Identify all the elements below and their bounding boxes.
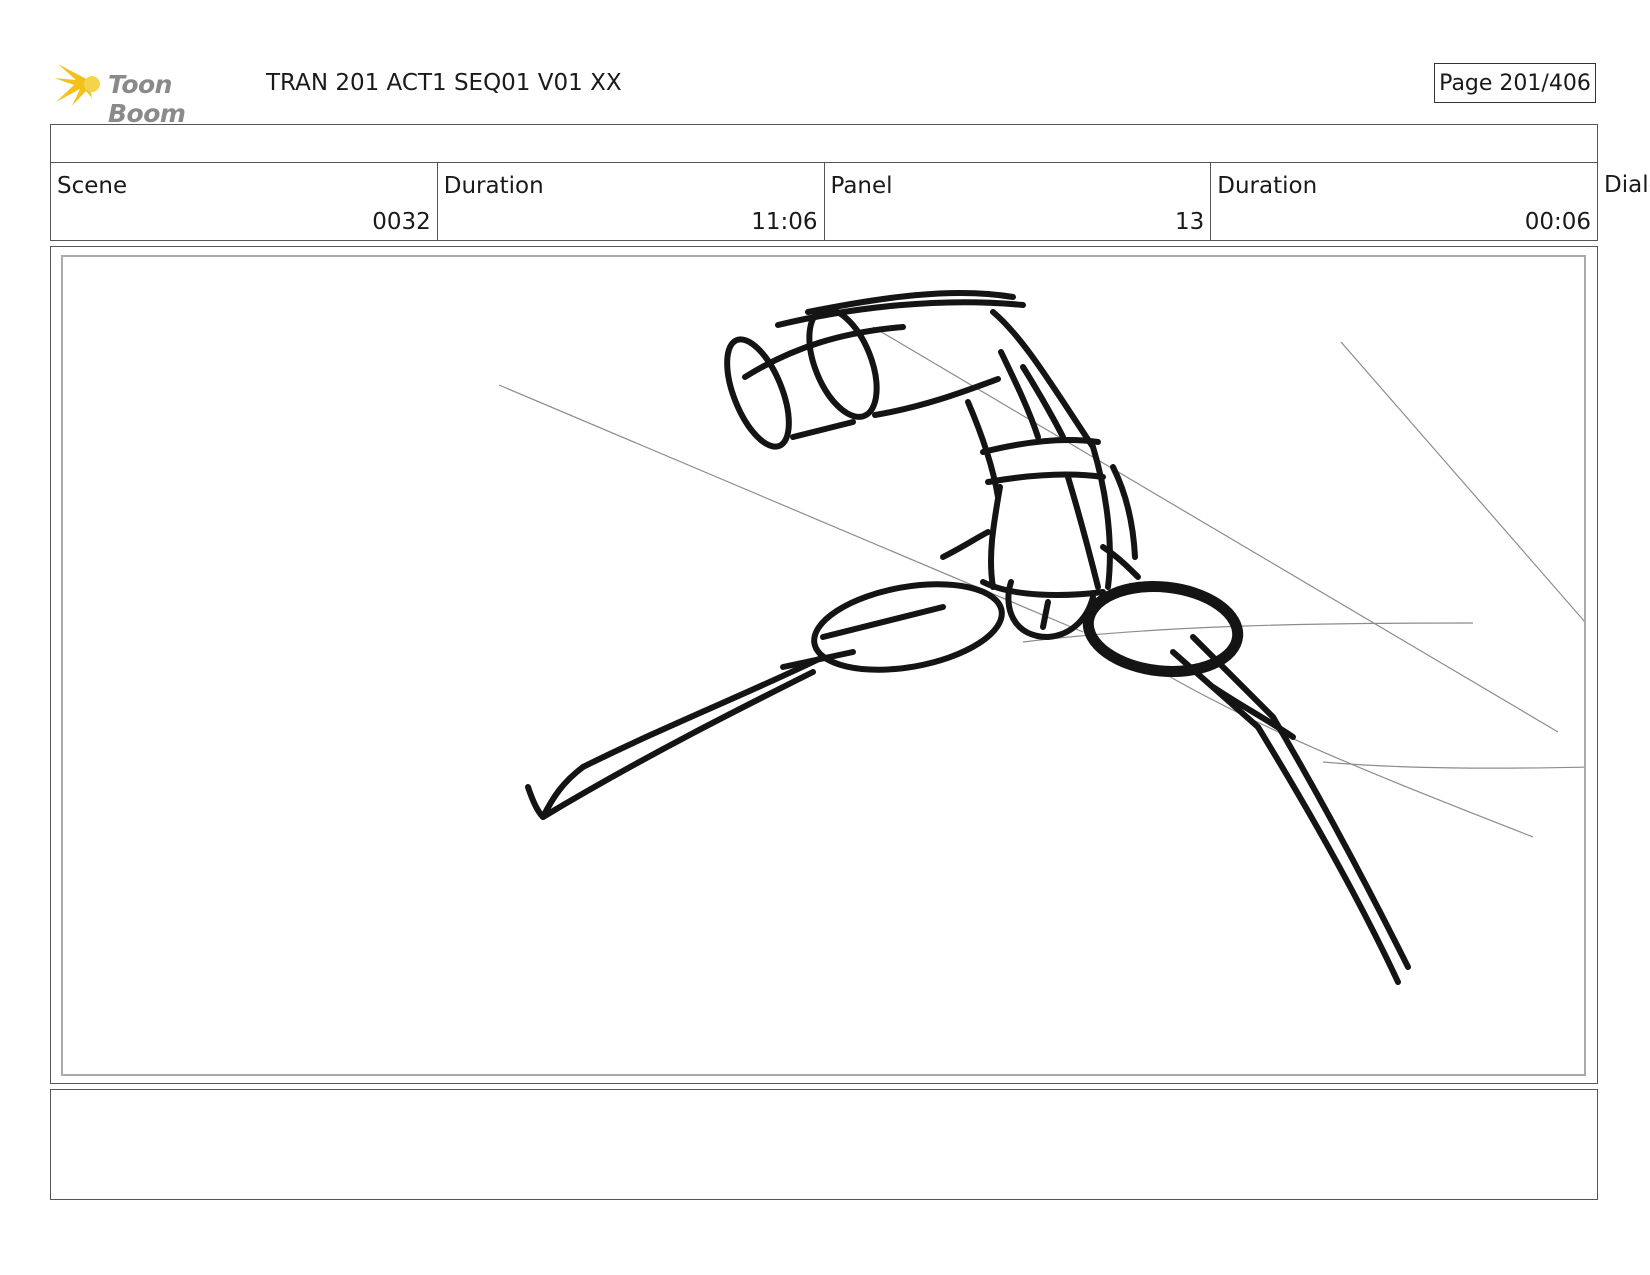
scene-value: 0032 <box>372 209 431 235</box>
storyboard-panel <box>61 255 1586 1076</box>
scene-label: Scene <box>57 173 128 199</box>
character-sketch <box>525 289 1411 985</box>
panel-duration-label: Duration <box>1217 173 1318 199</box>
document-title: TRAN 201 ACT1 SEQ01 V01 XX <box>266 70 622 96</box>
toon-boom-logo: Toon Boom <box>52 58 252 128</box>
scene-cell: Scene 0032 <box>51 163 438 240</box>
panel-duration-value: 00:06 <box>1524 209 1591 235</box>
sketch-drawing <box>498 289 1584 985</box>
panel-label: Panel <box>830 173 893 199</box>
header-strip <box>50 124 1598 163</box>
scene-duration-cell: Duration 11:06 <box>438 163 825 240</box>
page-indicator: Page 201/406 <box>1434 63 1596 103</box>
panel-cell: Panel 13 <box>825 163 1212 240</box>
panel-value: 13 <box>1174 209 1205 235</box>
scene-duration-label: Duration <box>443 173 544 199</box>
dialog-label: Dialo <box>1604 172 1650 198</box>
info-row: Scene 0032 Duration 11:06 Panel 13 Durat… <box>50 162 1598 241</box>
logo-text: Toon Boom <box>108 70 186 128</box>
star-burst-icon <box>54 64 100 106</box>
panel-duration-cell: Duration 00:06 <box>1211 163 1597 240</box>
notes-box <box>50 1089 1598 1200</box>
scene-duration-value: 11:06 <box>751 209 818 235</box>
